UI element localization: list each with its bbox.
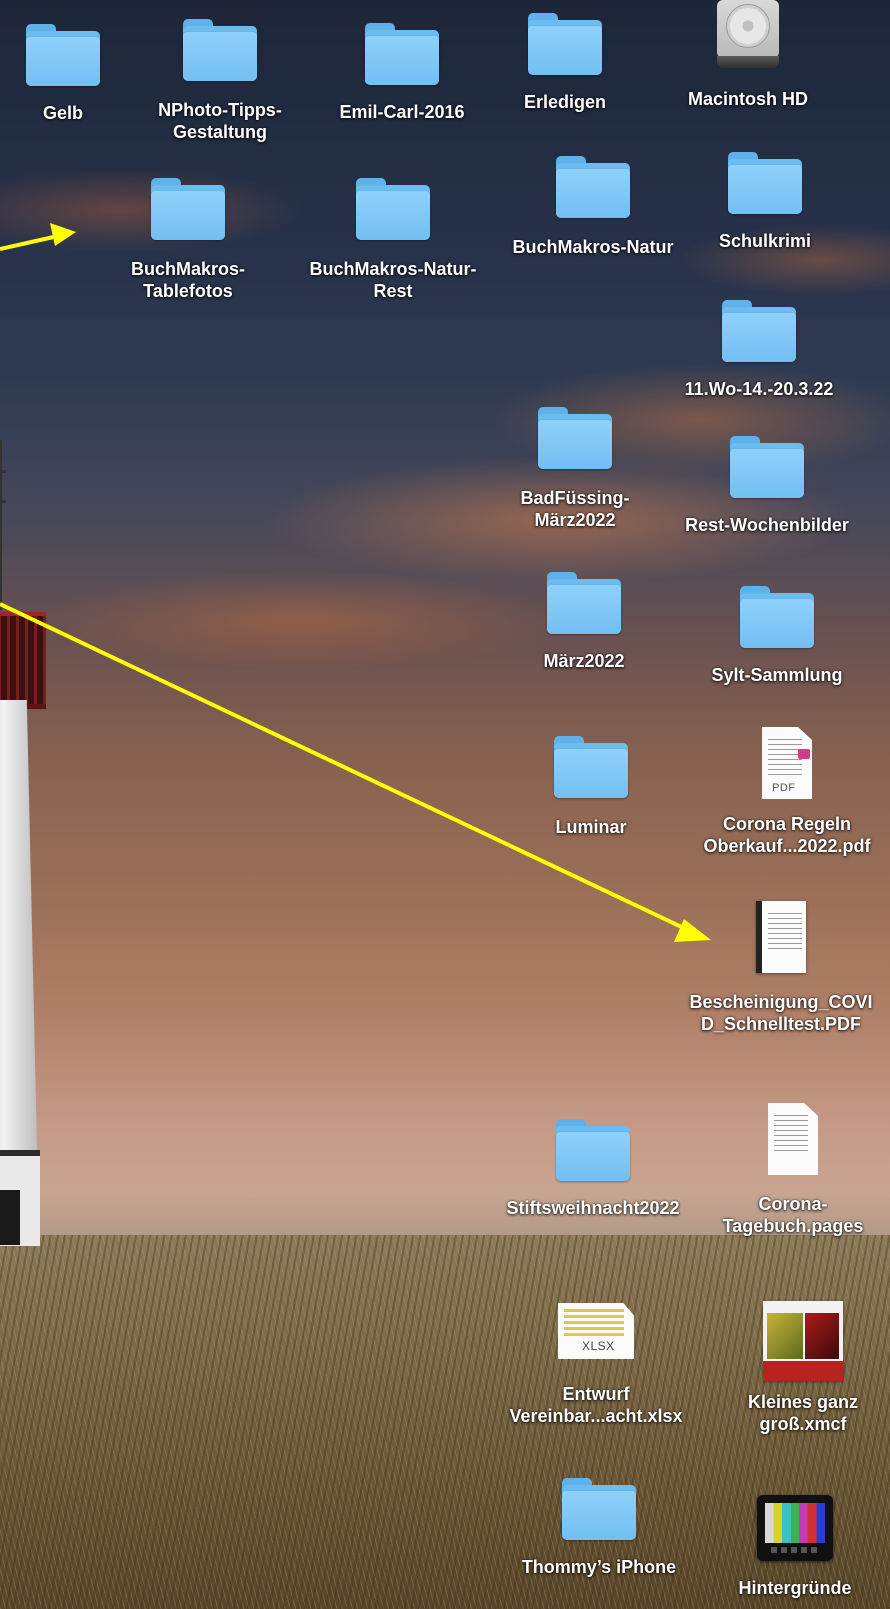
folder-icon [554, 736, 628, 798]
folder-icon [183, 19, 257, 81]
item-label: BuchMakros-Natur- [309, 259, 477, 279]
item-label-line2: Vereinbar...acht.xlsx [509, 1406, 683, 1426]
folder-erledigen[interactable]: Erledigen [470, 13, 660, 113]
file-entwurf-xlsx[interactable]: XLSX Entwurf Vereinbar...acht.xlsx [501, 1303, 691, 1427]
folder-icon [151, 178, 225, 240]
item-label: Corona- [758, 1194, 828, 1214]
folder-luminar[interactable]: Luminar [496, 736, 686, 838]
folder-icon [556, 1119, 630, 1181]
item-label-line2: D_Schnelltest.PDF [700, 1014, 862, 1034]
folder-nphoto-tipps-gestaltung[interactable]: NPhoto-Tipps- Gestaltung [125, 19, 315, 143]
file-bescheinigung-covid-pdf[interactable]: Bescheinigung_COVI D_Schnelltest.PDF [686, 901, 876, 1035]
item-label: Kleines ganz [747, 1392, 859, 1412]
item-label: BuchMakros- [130, 259, 246, 279]
hard-drive-icon [715, 0, 781, 70]
file-corona-tagebuch-pages[interactable]: Corona- Tagebuch.pages [698, 1103, 888, 1237]
folder-icon [547, 572, 621, 634]
folder-thommys-iphone[interactable]: Thommy’s iPhone [504, 1478, 694, 1578]
folder-icon [556, 156, 630, 218]
folder-icon [722, 300, 796, 362]
drive-macintosh-hd[interactable]: Macintosh HD [653, 0, 843, 110]
item-label: Schulkrimi [718, 231, 812, 251]
item-label: Emil-Carl-2016 [339, 102, 465, 122]
item-label-line2: Tagebuch.pages [722, 1216, 864, 1236]
item-label: 11.Wo-14.-20.3.22 [684, 379, 834, 399]
folder-schulkrimi[interactable]: Schulkrimi [670, 152, 860, 252]
arrow-line-top [0, 234, 59, 251]
file-corona-regeln-pdf[interactable]: PDF Corona Regeln Oberkauf...2022.pdf [692, 727, 882, 857]
item-label-line2: Rest [373, 281, 413, 301]
item-label: Entwurf [562, 1384, 630, 1404]
app-hintergruende[interactable]: Hintergründe [700, 1491, 890, 1599]
item-label-line2: Oberkauf...2022.pdf [703, 836, 871, 856]
item-label: NPhoto-Tipps- [158, 100, 282, 120]
item-label-line2: Tablefotos [143, 281, 233, 301]
item-label: Macintosh HD [687, 89, 808, 109]
folder-emil-carl-2016[interactable]: Emil-Carl-2016 [307, 23, 497, 123]
folder-buchmakros-tablefotos[interactable]: BuchMakros- Tablefotos [93, 178, 283, 302]
tv-icon [757, 1491, 833, 1563]
folder-icon [528, 13, 602, 75]
item-label: Erledigen [523, 92, 607, 112]
folder-badfuessing-maerz2022[interactable]: BadFüssing- März2022 [480, 407, 670, 531]
folder-icon [26, 24, 100, 86]
item-label: März2022 [543, 651, 625, 671]
pdf-document-icon: PDF [760, 727, 814, 801]
folder-buchmakros-natur-rest[interactable]: BuchMakros-Natur- Rest [298, 178, 488, 302]
scanned-document-icon [754, 901, 808, 975]
arrow-head-top [50, 223, 76, 246]
folder-icon [538, 407, 612, 469]
item-label: Luminar [555, 817, 627, 837]
item-label-line2: Gestaltung [172, 122, 267, 142]
item-label: BadFüssing- [520, 488, 630, 508]
item-label: Corona Regeln [722, 814, 851, 834]
folder-11-wo[interactable]: 11.Wo-14.-20.3.22 [664, 300, 854, 400]
folder-stiftsweihnacht2022[interactable]: Stiftsweihnacht2022 [498, 1119, 688, 1219]
item-label: Sylt-Sammlung [711, 665, 843, 685]
folder-sylt-sammlung[interactable]: Sylt-Sammlung [682, 586, 872, 686]
folder-rest-wochenbilder[interactable]: Rest-Wochenbilder [672, 436, 862, 536]
spreadsheet-icon: XLSX [558, 1303, 634, 1361]
folder-icon [562, 1478, 636, 1540]
item-label-line2: März2022 [534, 510, 616, 530]
item-label: BuchMakros-Natur [512, 237, 674, 257]
item-label: Rest-Wochenbilder [685, 515, 849, 535]
folder-icon [728, 152, 802, 214]
photo-book-icon [763, 1301, 843, 1381]
file-kleines-ganz-gross-xmcf[interactable]: Kleines ganz groß.xmcf [708, 1301, 890, 1435]
pages-document-icon [766, 1103, 820, 1177]
item-label: Thommy’s iPhone [521, 1557, 677, 1577]
item-label: Stiftsweihnacht2022 [506, 1198, 680, 1218]
item-label: Hintergründe [738, 1578, 852, 1598]
folder-icon [365, 23, 439, 85]
folder-icon [356, 178, 430, 240]
item-label-line2: groß.xmcf [759, 1414, 847, 1434]
item-label: Bescheinigung_COVI [689, 992, 873, 1012]
folder-maerz2022[interactable]: März2022 [489, 572, 679, 672]
folder-icon [730, 436, 804, 498]
folder-buchmakros-natur[interactable]: BuchMakros-Natur [498, 156, 688, 258]
folder-icon [740, 586, 814, 648]
